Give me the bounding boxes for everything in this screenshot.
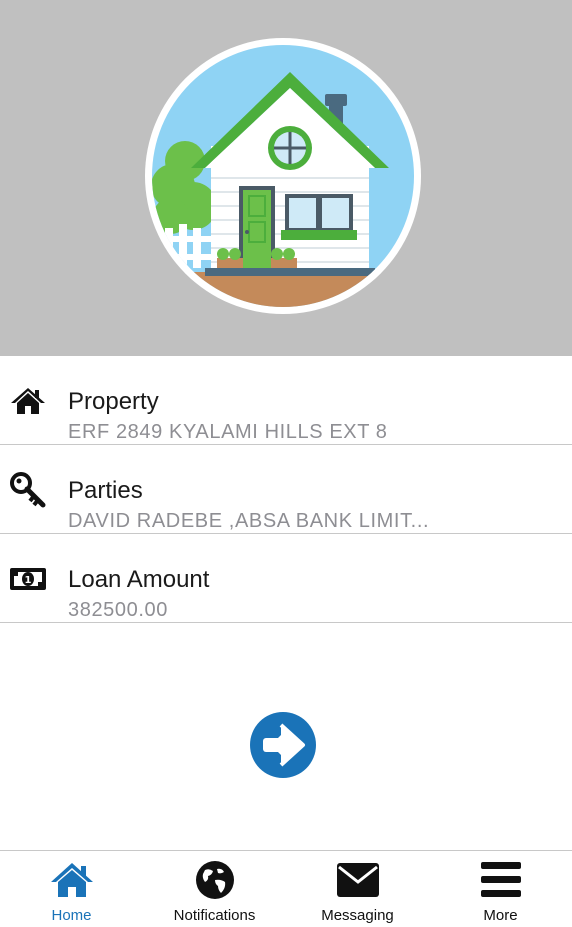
svg-text:1: 1 — [25, 575, 32, 586]
property-title: Property — [68, 388, 159, 415]
home-icon — [50, 863, 93, 897]
property-row[interactable]: Property ERF 2849 KYALAMI HILLS EXT 8 — [0, 356, 572, 445]
key-icon — [10, 472, 46, 508]
parties-title: Parties — [68, 477, 143, 504]
parties-value: DAVID RADEBE ,ABSA BANK LIMIT... — [68, 510, 430, 532]
banknote-icon: 1 — [10, 568, 46, 590]
loan-amount-row[interactable]: 1 Loan Amount 382500.00 — [0, 534, 572, 623]
property-value: ERF 2849 KYALAMI HILLS EXT 8 — [68, 421, 388, 443]
loan-amount-value: 382500.00 — [68, 599, 168, 621]
contract-details-list: Property ERF 2849 KYALAMI HILLS EXT 8 Pa… — [0, 356, 572, 623]
tab-bar: Home Notifications Messaging More — [0, 850, 572, 926]
menu-icon — [480, 862, 521, 897]
tab-messaging-label: Messaging — [321, 907, 394, 924]
tab-notifications-label: Notifications — [173, 907, 256, 924]
tab-messaging[interactable]: Messaging — [286, 851, 429, 927]
envelope-icon — [336, 863, 379, 897]
arrow-right-circle-icon — [250, 712, 316, 778]
tab-more-label: More — [483, 907, 518, 924]
next-button[interactable] — [249, 711, 317, 779]
house-illustration — [145, 38, 421, 314]
tab-home-label: Home — [51, 907, 92, 924]
parties-row[interactable]: Parties DAVID RADEBE ,ABSA BANK LIMIT... — [0, 445, 572, 534]
hero-banner — [0, 0, 572, 356]
home-icon — [11, 388, 45, 414]
loan-amount-title: Loan Amount — [68, 566, 210, 593]
globe-icon — [195, 861, 234, 899]
tab-notifications[interactable]: Notifications — [143, 851, 286, 927]
tab-more[interactable]: More — [429, 851, 572, 927]
tab-home[interactable]: Home — [0, 851, 143, 927]
